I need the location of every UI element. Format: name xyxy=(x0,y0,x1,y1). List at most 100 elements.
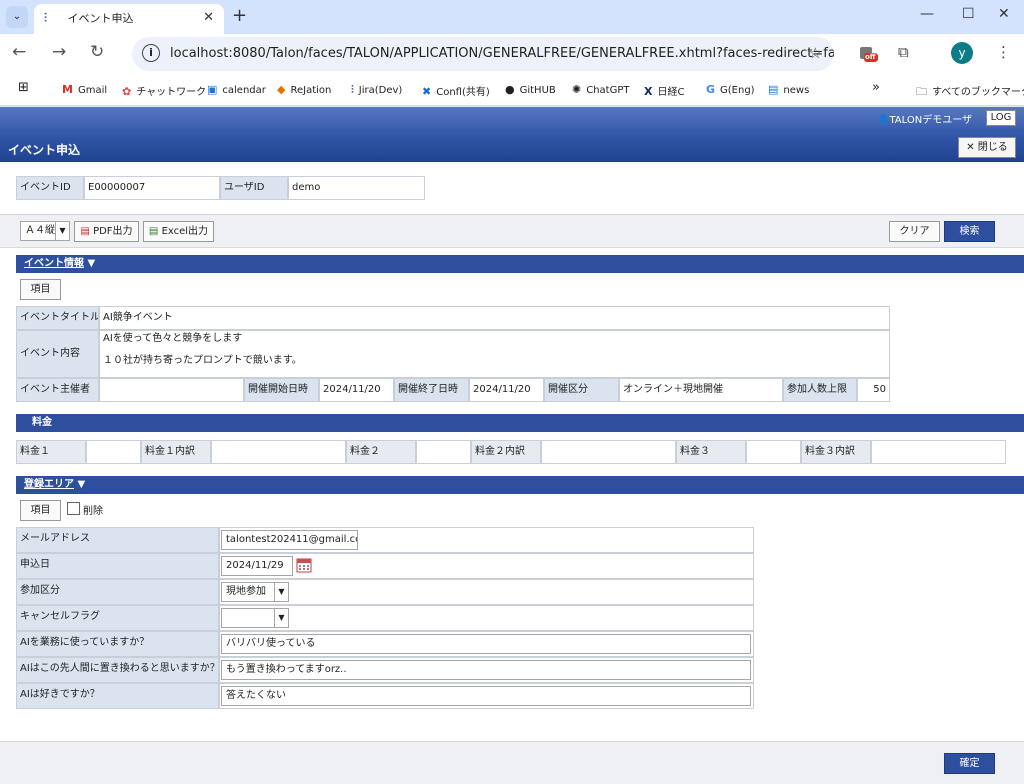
fee1-value xyxy=(86,440,141,464)
collapse-triangle-icon: ▼ xyxy=(74,479,86,490)
bookmark-news[interactable]: ▤ news xyxy=(768,83,809,96)
bookmark-google-eng[interactable]: G G(Eng) xyxy=(706,83,755,96)
apply-date-label: 申込日 xyxy=(16,553,219,579)
browser-toolbar: ← → ↻ i localhost:8080/Talon/faces/TALON… xyxy=(0,34,1024,74)
active-tab[interactable]: ⫶ イベント申込 ✕ xyxy=(34,4,224,34)
fee1-detail-value xyxy=(211,440,346,464)
forward-icon[interactable]: → xyxy=(52,42,66,62)
excel-export-button[interactable]: ▤ Excel出力 xyxy=(143,221,214,242)
minimize-icon[interactable]: — xyxy=(920,6,934,22)
event-type-value: オンライン＋現地開催 xyxy=(619,378,783,402)
close-icon: ✕ xyxy=(966,142,978,153)
q1-label: AIを業務に使っていますか？ xyxy=(16,631,219,657)
tab-search-button[interactable]: ⌄ xyxy=(6,6,28,28)
event-items-button[interactable]: 項目 xyxy=(20,279,61,300)
register-items-button[interactable]: 項目 xyxy=(20,500,61,521)
bookmark-chatwork[interactable]: ✿ チャットワーク xyxy=(122,83,206,98)
user-id-value: demo xyxy=(288,176,425,200)
q1-field[interactable]: バリバリ使っている xyxy=(221,634,751,654)
collapse-triangle-icon: ▼ xyxy=(84,258,96,269)
event-content-line: AIを使って色々と競争をします xyxy=(103,333,243,344)
email-field[interactable]: talontest202411@gmail.com xyxy=(221,530,358,550)
bookmark-calendar[interactable]: ▣ calendar xyxy=(207,83,266,96)
log-button[interactable]: LOG xyxy=(986,110,1016,126)
register-section-header[interactable]: 登録エリア ▼ xyxy=(16,476,1024,494)
maximize-icon[interactable]: ☐ xyxy=(962,6,975,22)
user-id-label: ユーザID xyxy=(220,176,288,200)
apps-grid-icon[interactable]: ⊞ xyxy=(18,80,29,95)
bookmark-nikkei[interactable]: X 日経C xyxy=(644,83,684,98)
main-content: イベントID E00000007 ユーザID demo Ａ４縦 ▼ ▤ PDF出力… xyxy=(0,162,1024,784)
page-title: イベント申込 xyxy=(8,143,81,157)
start-date-label: 開催開始日時 xyxy=(244,378,319,402)
footer-bar: 確定 xyxy=(0,741,1024,784)
q2-field[interactable]: もう置き換わってますorz.. xyxy=(221,660,751,680)
participation-select[interactable]: 現地参加 ▼ xyxy=(221,582,289,602)
more-bookmarks-icon[interactable]: » xyxy=(872,80,880,95)
q3-label: AIは好きですか？ xyxy=(16,683,219,709)
bookmark-jira[interactable]: ⫶ Jira(Dev) xyxy=(351,83,402,97)
capacity-value: 50 xyxy=(857,378,890,402)
close-button[interactable]: ✕ 閉じる xyxy=(958,137,1016,158)
event-title-value: AI競争イベント xyxy=(99,306,890,330)
apply-date-field[interactable]: 2024/11/29 xyxy=(221,556,293,576)
event-content-value: AIを使って色々と競争をします １０社が持ち寄ったプロンプトで競います。 xyxy=(99,330,890,378)
event-content-line: １０社が持ち寄ったプロンプトで競います。 xyxy=(103,355,302,366)
action-bar: Ａ４縦 ▼ ▤ PDF出力 ▤ Excel出力 クリア 検索 xyxy=(0,214,1024,248)
fee3-label: 料金３ xyxy=(676,440,746,464)
fee3-value xyxy=(746,440,801,464)
back-icon[interactable]: ← xyxy=(12,42,26,62)
event-title-label: イベントタイトル xyxy=(16,306,99,330)
address-bar[interactable]: i localhost:8080/Talon/faces/TALON/APPLI… xyxy=(132,37,834,71)
bookmark-chatgpt[interactable]: ✺ ChatGPT xyxy=(572,83,629,96)
close-tab-icon[interactable]: ✕ xyxy=(203,10,214,25)
q2-label: AIはこの先人間に置き換わると思いますか？ xyxy=(16,657,219,683)
bookmark-star-icon[interactable]: ☆ xyxy=(809,44,822,62)
confirm-button[interactable]: 確定 xyxy=(944,753,995,774)
event-id-label: イベントID xyxy=(16,176,84,200)
fee1-detail-label: 料金１内訳 xyxy=(141,440,211,464)
window-close-icon[interactable]: ✕ xyxy=(998,6,1010,22)
fee2-value xyxy=(416,440,471,464)
cancel-flag-select[interactable]: ▼ xyxy=(221,608,289,628)
tab-title: イベント申込 xyxy=(67,12,134,25)
profile-avatar[interactable]: y xyxy=(951,42,973,64)
event-id-value: E00000007 xyxy=(84,176,220,200)
organizer-label: イベント主催者 xyxy=(16,378,99,402)
clear-button[interactable]: クリア xyxy=(889,221,940,242)
end-date-value: 2024/11/20 xyxy=(469,378,544,402)
site-info-icon[interactable]: i xyxy=(142,44,160,62)
extensions-puzzle-icon[interactable]: ⧉ xyxy=(898,43,918,63)
capacity-label: 参加人数上限 xyxy=(783,378,857,402)
calendar-icon[interactable] xyxy=(296,557,312,576)
bookmark-github[interactable]: ● GitHUB xyxy=(505,83,556,96)
event-info-section-header[interactable]: イベント情報 ▼ xyxy=(16,255,1024,273)
event-type-label: 開催区分 xyxy=(544,378,619,402)
url-text: localhost:8080/Talon/faces/TALON/APPLICA… xyxy=(170,46,834,61)
extension-off-icon[interactable]: off xyxy=(858,43,878,63)
event-content-label: イベント内容 xyxy=(16,330,99,378)
organizer-value xyxy=(99,378,244,402)
cancel-flag-label: キャンセルフラグ xyxy=(16,605,219,631)
reload-icon[interactable]: ↻ xyxy=(90,42,104,62)
bookmark-relation[interactable]: ◆ ReJation xyxy=(277,83,331,96)
bookmark-gmail[interactable]: M Gmail xyxy=(62,83,107,96)
new-tab-icon[interactable]: + xyxy=(232,5,247,26)
fee2-detail-label: 料金２内訳 xyxy=(471,440,541,464)
paper-size-select[interactable]: Ａ４縦 ▼ xyxy=(20,221,70,241)
delete-checkbox[interactable] xyxy=(67,502,80,515)
chevron-down-icon: ▼ xyxy=(274,583,288,601)
pdf-export-button[interactable]: ▤ PDF出力 xyxy=(74,221,139,242)
chevron-down-icon: ▼ xyxy=(55,222,69,240)
search-button[interactable]: 検索 xyxy=(944,221,995,242)
all-bookmarks-folder[interactable]: 🗀 すべてのブックマーク xyxy=(916,83,1024,102)
q3-field[interactable]: 答えたくない xyxy=(221,686,751,706)
excel-icon: ▤ xyxy=(148,226,159,237)
fees-section-header: 料金 xyxy=(16,414,1024,432)
participation-label: 参加区分 xyxy=(16,579,219,605)
fee2-label: 料金２ xyxy=(346,440,416,464)
bookmark-confluence[interactable]: ✖ Confl(共有) xyxy=(422,83,490,98)
bookmarks-bar: ⊞ M Gmail ✿ チャットワーク ▣ calendar ◆ ReJation ⫶ J… xyxy=(0,74,1024,106)
menu-kebab-icon[interactable]: ⋮ xyxy=(996,43,1016,63)
email-label: メールアドレス xyxy=(16,527,219,553)
